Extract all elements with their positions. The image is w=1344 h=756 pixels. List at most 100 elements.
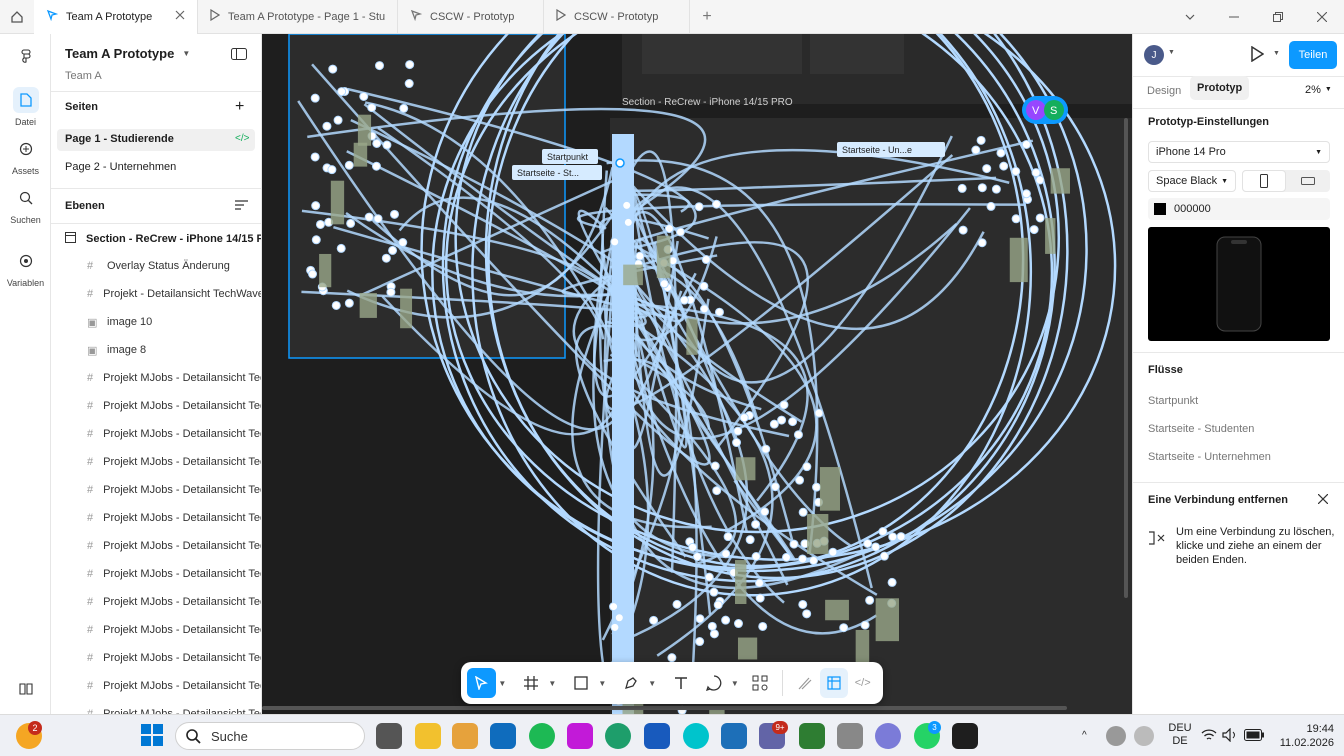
layer-item[interactable]: # Projekt MJobs - Detailansicht Tec (51, 448, 261, 476)
clock[interactable]: 19:44 11.02.2026 (1270, 722, 1334, 750)
restore-icon[interactable] (1256, 0, 1300, 34)
volume-icon[interactable] (1222, 727, 1238, 745)
close-icon[interactable] (175, 10, 185, 23)
chevron-down-icon[interactable] (1168, 0, 1212, 34)
panel-toggle-icon[interactable] (231, 48, 251, 60)
user-avatar[interactable]: J (1144, 45, 1164, 65)
flow-item-1[interactable]: Startpunkt (1148, 395, 1198, 407)
wifi-icon[interactable] (1201, 728, 1217, 745)
share-button[interactable]: Teilen (1289, 41, 1337, 69)
layer-item[interactable]: # Projekt MJobs - Detailansicht Tec (51, 644, 261, 672)
close-icon[interactable] (1317, 493, 1329, 507)
file-name-button[interactable]: Team A Prototype ▼ (65, 46, 255, 61)
figma-taskbar-icon[interactable] (952, 723, 978, 749)
rail-search[interactable]: Suchen (0, 185, 51, 225)
layer-item[interactable]: # Projekt MJobs - Detailansicht Tec (51, 476, 261, 504)
layer-item[interactable]: ▣ image 10 (51, 308, 261, 336)
tab-cscw-prototyp-play[interactable]: CSCW - Prototyp (544, 0, 690, 34)
chevron-down-icon[interactable]: ▼ (728, 668, 741, 698)
layer-item[interactable]: # Projekt MJobs - Detailansicht Tec (51, 392, 261, 420)
present-button[interactable] (1250, 45, 1265, 65)
move-tool-button[interactable] (467, 668, 496, 698)
store-icon[interactable] (452, 723, 478, 749)
page-item-1[interactable]: Page 1 - Studierende (65, 133, 261, 145)
tray-chevron-icon[interactable]: ^ (1082, 730, 1087, 741)
layer-item[interactable]: # Projekt MJobs - Detailansicht Tec (51, 672, 261, 700)
shape-tool-button[interactable] (567, 668, 596, 698)
file-explorer-icon[interactable] (415, 723, 441, 749)
edge-icon[interactable] (605, 723, 631, 749)
layer-item[interactable]: # Projekt MJobs - Detailansicht Tec (51, 364, 261, 392)
tab-prototype[interactable]: Prototyp (1190, 76, 1250, 100)
tab-cscw-prototyp[interactable]: CSCW - Prototyp (398, 0, 544, 34)
layer-item[interactable]: # Projekt MJobs - Detailansicht Tec (51, 532, 261, 560)
rail-variables[interactable]: Variablen (0, 248, 51, 288)
tab-team-a-prototype[interactable]: Team A Prototype (34, 0, 198, 34)
outlook-icon[interactable] (490, 723, 516, 749)
language-indicator[interactable]: DEU DE (1164, 722, 1196, 748)
window-close-icon[interactable] (1300, 0, 1344, 34)
comment-tool-button[interactable] (700, 668, 729, 698)
app-icon-2[interactable] (837, 723, 863, 749)
layer-item[interactable]: ▣ image 8 (51, 336, 261, 364)
design-mode-button[interactable] (819, 668, 849, 698)
battery-icon[interactable] (1244, 729, 1264, 744)
background-color-field[interactable]: 000000 (1148, 198, 1330, 220)
zoom-dropdown[interactable]: 2% ▼ (1305, 80, 1332, 100)
webstorm-icon[interactable] (721, 723, 747, 749)
color-swatch[interactable] (1154, 203, 1166, 215)
taskbar-search[interactable]: Suche (175, 722, 365, 750)
tab-prototype-page1[interactable]: Team A Prototype - Page 1 - Studierende (198, 0, 398, 34)
actions-button[interactable] (746, 668, 775, 698)
layer-item[interactable]: # Overlay Status Änderung (51, 252, 261, 280)
flow-item-2[interactable]: Startseite - Studenten (1148, 423, 1254, 435)
landscape-button[interactable] (1286, 170, 1330, 192)
layers-filter-icon[interactable] (235, 200, 251, 211)
home-icon[interactable] (0, 0, 34, 34)
cloud-icon[interactable] (1134, 726, 1154, 746)
canvas[interactable]: Section - ReCrew - iPhone 14/15 PRO Star… (262, 34, 1132, 714)
layer-item[interactable]: # Projekt MJobs - Detailansicht Tec (51, 588, 261, 616)
task-view-icon[interactable] (376, 723, 402, 749)
frame-tool-button[interactable] (517, 668, 546, 698)
rail-assets[interactable]: Assets (0, 136, 51, 176)
word-icon[interactable] (644, 723, 670, 749)
model-select[interactable]: Space Black ▼ (1148, 170, 1236, 192)
chevron-down-icon[interactable]: ▼ (1168, 49, 1175, 56)
add-tab-button[interactable]: + (690, 8, 724, 26)
app-icon-3[interactable] (875, 723, 901, 749)
rail-file[interactable]: Datei (0, 87, 51, 127)
layer-item[interactable]: # Projekt MJobs - Detailansicht Tec (51, 560, 261, 588)
layer-item[interactable]: # Projekt MJobs - Detailansicht Tec (51, 420, 261, 448)
device-select[interactable]: iPhone 14 Pro ▼ (1148, 141, 1330, 163)
add-page-button[interactable]: + (235, 98, 249, 116)
start-button[interactable] (140, 723, 166, 749)
chevron-down-icon[interactable]: ▼ (546, 668, 559, 698)
layer-item[interactable]: # Projekt MJobs - Detailansicht Tec (51, 504, 261, 532)
prototype-canvas[interactable]: Section - ReCrew - iPhone 14/15 PRO Star… (262, 34, 1132, 714)
draw-mode-button[interactable] (791, 668, 820, 698)
figma-menu-button[interactable] (0, 44, 51, 74)
chevron-down-icon[interactable]: ▼ (596, 668, 609, 698)
chevron-down-icon[interactable]: ▼ (496, 668, 509, 698)
layer-item[interactable]: # Projekt MJobs - Detailansicht Tec (51, 700, 261, 714)
phpstorm-icon[interactable] (567, 723, 593, 749)
tab-design[interactable]: Design (1147, 80, 1181, 102)
spotify-icon[interactable] (529, 723, 555, 749)
app-icon[interactable] (799, 723, 825, 749)
dev-mode-button[interactable]: </> (848, 668, 877, 698)
layer-item[interactable]: # Projekt MJobs - Detailansicht Tec (51, 616, 261, 644)
text-tool-button[interactable] (667, 668, 696, 698)
page-item-2[interactable]: Page 2 - Unternehmen (65, 161, 261, 173)
rail-library[interactable] (0, 676, 51, 706)
canva-icon[interactable] (683, 723, 709, 749)
layer-section[interactable]: Section - ReCrew - iPhone 14/15 PRO (65, 232, 261, 246)
chevron-down-icon[interactable]: ▼ (646, 668, 659, 698)
onedrive-icon[interactable] (1106, 726, 1126, 746)
portrait-button[interactable] (1242, 170, 1286, 192)
chevron-down-icon[interactable]: ▼ (1273, 50, 1280, 57)
flow-item-3[interactable]: Startseite - Unternehmen (1148, 451, 1271, 463)
layer-item[interactable]: # Projekt - Detailansicht TechWave (51, 280, 261, 308)
pen-tool-button[interactable] (617, 668, 646, 698)
minimize-icon[interactable] (1212, 0, 1256, 34)
